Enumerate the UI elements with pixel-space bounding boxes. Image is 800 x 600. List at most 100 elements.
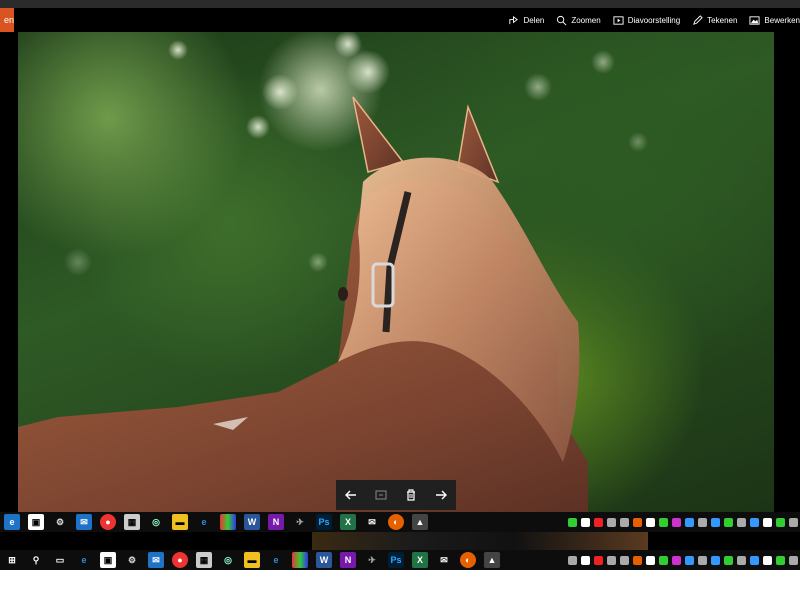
edge-icon[interactable]: e — [196, 514, 212, 530]
calculator-icon[interactable]: ▦ — [124, 514, 140, 530]
tray-icon[interactable] — [672, 555, 681, 565]
ghost-image-strip — [312, 532, 648, 550]
mail-icon[interactable]: ✉ — [148, 552, 164, 568]
excel-icon[interactable]: X — [412, 552, 428, 568]
settings-icon[interactable]: ⚙ — [52, 514, 68, 530]
paint-icon[interactable] — [292, 552, 308, 568]
excel-icon[interactable]: X — [340, 514, 356, 530]
draw-icon — [693, 14, 703, 25]
photo-viewer-image[interactable] — [18, 32, 774, 512]
tray-icon[interactable] — [724, 517, 733, 527]
word-icon[interactable]: W — [244, 514, 260, 530]
explorer-icon[interactable]: ▬ — [172, 514, 188, 530]
paint-icon[interactable] — [220, 514, 236, 530]
slideshow-button[interactable]: Diavoorstelling — [613, 15, 680, 26]
delete-button[interactable] — [400, 484, 422, 506]
photos-icon[interactable]: ▲ — [412, 514, 428, 530]
back-tab[interactable]: en — [0, 8, 14, 32]
tray-icon[interactable] — [685, 517, 694, 527]
tray-icon[interactable] — [594, 555, 603, 565]
tray-icon[interactable] — [607, 555, 616, 565]
mail-icon[interactable]: ✉ — [76, 514, 92, 530]
edit-label: Bewerken — [764, 15, 800, 25]
ie-icon[interactable]: e — [268, 552, 284, 568]
firefox-icon[interactable]: ◐ — [388, 514, 404, 530]
zoom-label: Zoomen — [571, 15, 601, 25]
explorer-icon[interactable]: ▬ — [244, 552, 260, 568]
tray-icon[interactable] — [568, 555, 577, 565]
tray-icon[interactable] — [594, 517, 603, 527]
tray-icon[interactable] — [620, 555, 629, 565]
mail2-icon[interactable]: ✉ — [436, 552, 452, 568]
draw-button[interactable]: Tekenen — [692, 14, 738, 26]
tray-icon[interactable] — [659, 517, 668, 527]
tray-icon[interactable] — [646, 555, 655, 565]
chrome-icon[interactable]: ● — [100, 514, 116, 530]
app-icon[interactable]: ◎ — [220, 552, 236, 568]
settings-icon[interactable]: ⚙ — [124, 552, 140, 568]
store-icon[interactable]: ▣ — [28, 514, 44, 530]
tray-icon[interactable] — [763, 555, 772, 565]
draw-label: Tekenen — [707, 15, 738, 25]
tray-icon[interactable] — [581, 517, 590, 527]
tray-icon[interactable] — [698, 517, 707, 527]
tray-icon[interactable] — [711, 517, 720, 527]
tray-icon[interactable] — [672, 517, 681, 527]
onenote-icon[interactable]: N — [340, 552, 356, 568]
unknown-icon[interactable]: ✈ — [292, 514, 308, 530]
ie-icon[interactable]: e — [4, 514, 20, 530]
system-tray — [566, 517, 800, 527]
zoom-button[interactable]: Zoomen — [556, 15, 601, 26]
app-icon[interactable]: ◎ — [148, 514, 164, 530]
photos-icon[interactable]: ▲ — [484, 552, 500, 568]
tray-icon[interactable] — [698, 555, 707, 565]
previous-arrow-icon — [345, 490, 356, 500]
tray-icon[interactable] — [568, 517, 577, 527]
previous-button[interactable] — [340, 484, 362, 506]
tray-icon[interactable] — [607, 517, 616, 527]
tray-icon[interactable] — [646, 517, 655, 527]
tray-icon[interactable] — [711, 555, 720, 565]
slideshow-ctrl-button[interactable] — [370, 484, 392, 506]
tray-icon[interactable] — [789, 555, 798, 565]
mail2-icon[interactable]: ✉ — [364, 514, 380, 530]
horse-photo — [18, 32, 648, 512]
start-icon[interactable]: ⊞ — [4, 552, 20, 568]
tray-icon[interactable] — [633, 517, 642, 527]
tray-icon[interactable] — [750, 517, 759, 527]
tray-icon[interactable] — [737, 555, 746, 565]
tray-icon[interactable] — [581, 555, 590, 565]
tray-icon[interactable] — [724, 555, 733, 565]
edit-icon — [749, 15, 760, 25]
tray-icon[interactable] — [776, 517, 785, 527]
tray-icon[interactable] — [763, 517, 772, 527]
tray-icon[interactable] — [789, 517, 798, 527]
tray-icon[interactable] — [620, 517, 629, 527]
share-button[interactable]: Delen — [508, 15, 544, 26]
store-icon[interactable]: ▣ — [100, 552, 116, 568]
tray-icon[interactable] — [750, 555, 759, 565]
calculator-icon[interactable]: ▦ — [196, 552, 212, 568]
onenote-icon[interactable]: N — [268, 514, 284, 530]
word-icon[interactable]: W — [316, 552, 332, 568]
tray-icon[interactable] — [776, 555, 785, 565]
task-view-icon[interactable]: ▭ — [52, 552, 68, 568]
slideshow-label: Diavoorstelling — [627, 15, 681, 25]
tray-icon[interactable] — [633, 555, 642, 565]
firefox-icon[interactable]: ◐ — [460, 552, 476, 568]
next-button[interactable] — [430, 484, 452, 506]
search-icon[interactable]: ⚲ — [28, 552, 44, 568]
viewer-controls — [336, 480, 456, 510]
unknown-icon[interactable]: ✈ — [364, 552, 380, 568]
tray-icon[interactable] — [659, 555, 668, 565]
tray-icon[interactable] — [685, 555, 694, 565]
tray-icon[interactable] — [737, 517, 746, 527]
edit-button[interactable]: Bewerken — [749, 15, 800, 26]
edge-icon[interactable]: e — [76, 552, 92, 568]
share-icon — [509, 15, 519, 24]
photoshop-icon[interactable]: Ps — [316, 514, 332, 530]
blank-area — [0, 570, 800, 600]
photoshop-icon[interactable]: Ps — [388, 552, 404, 568]
chrome-icon[interactable]: ● — [172, 552, 188, 568]
title-strip — [0, 0, 800, 8]
